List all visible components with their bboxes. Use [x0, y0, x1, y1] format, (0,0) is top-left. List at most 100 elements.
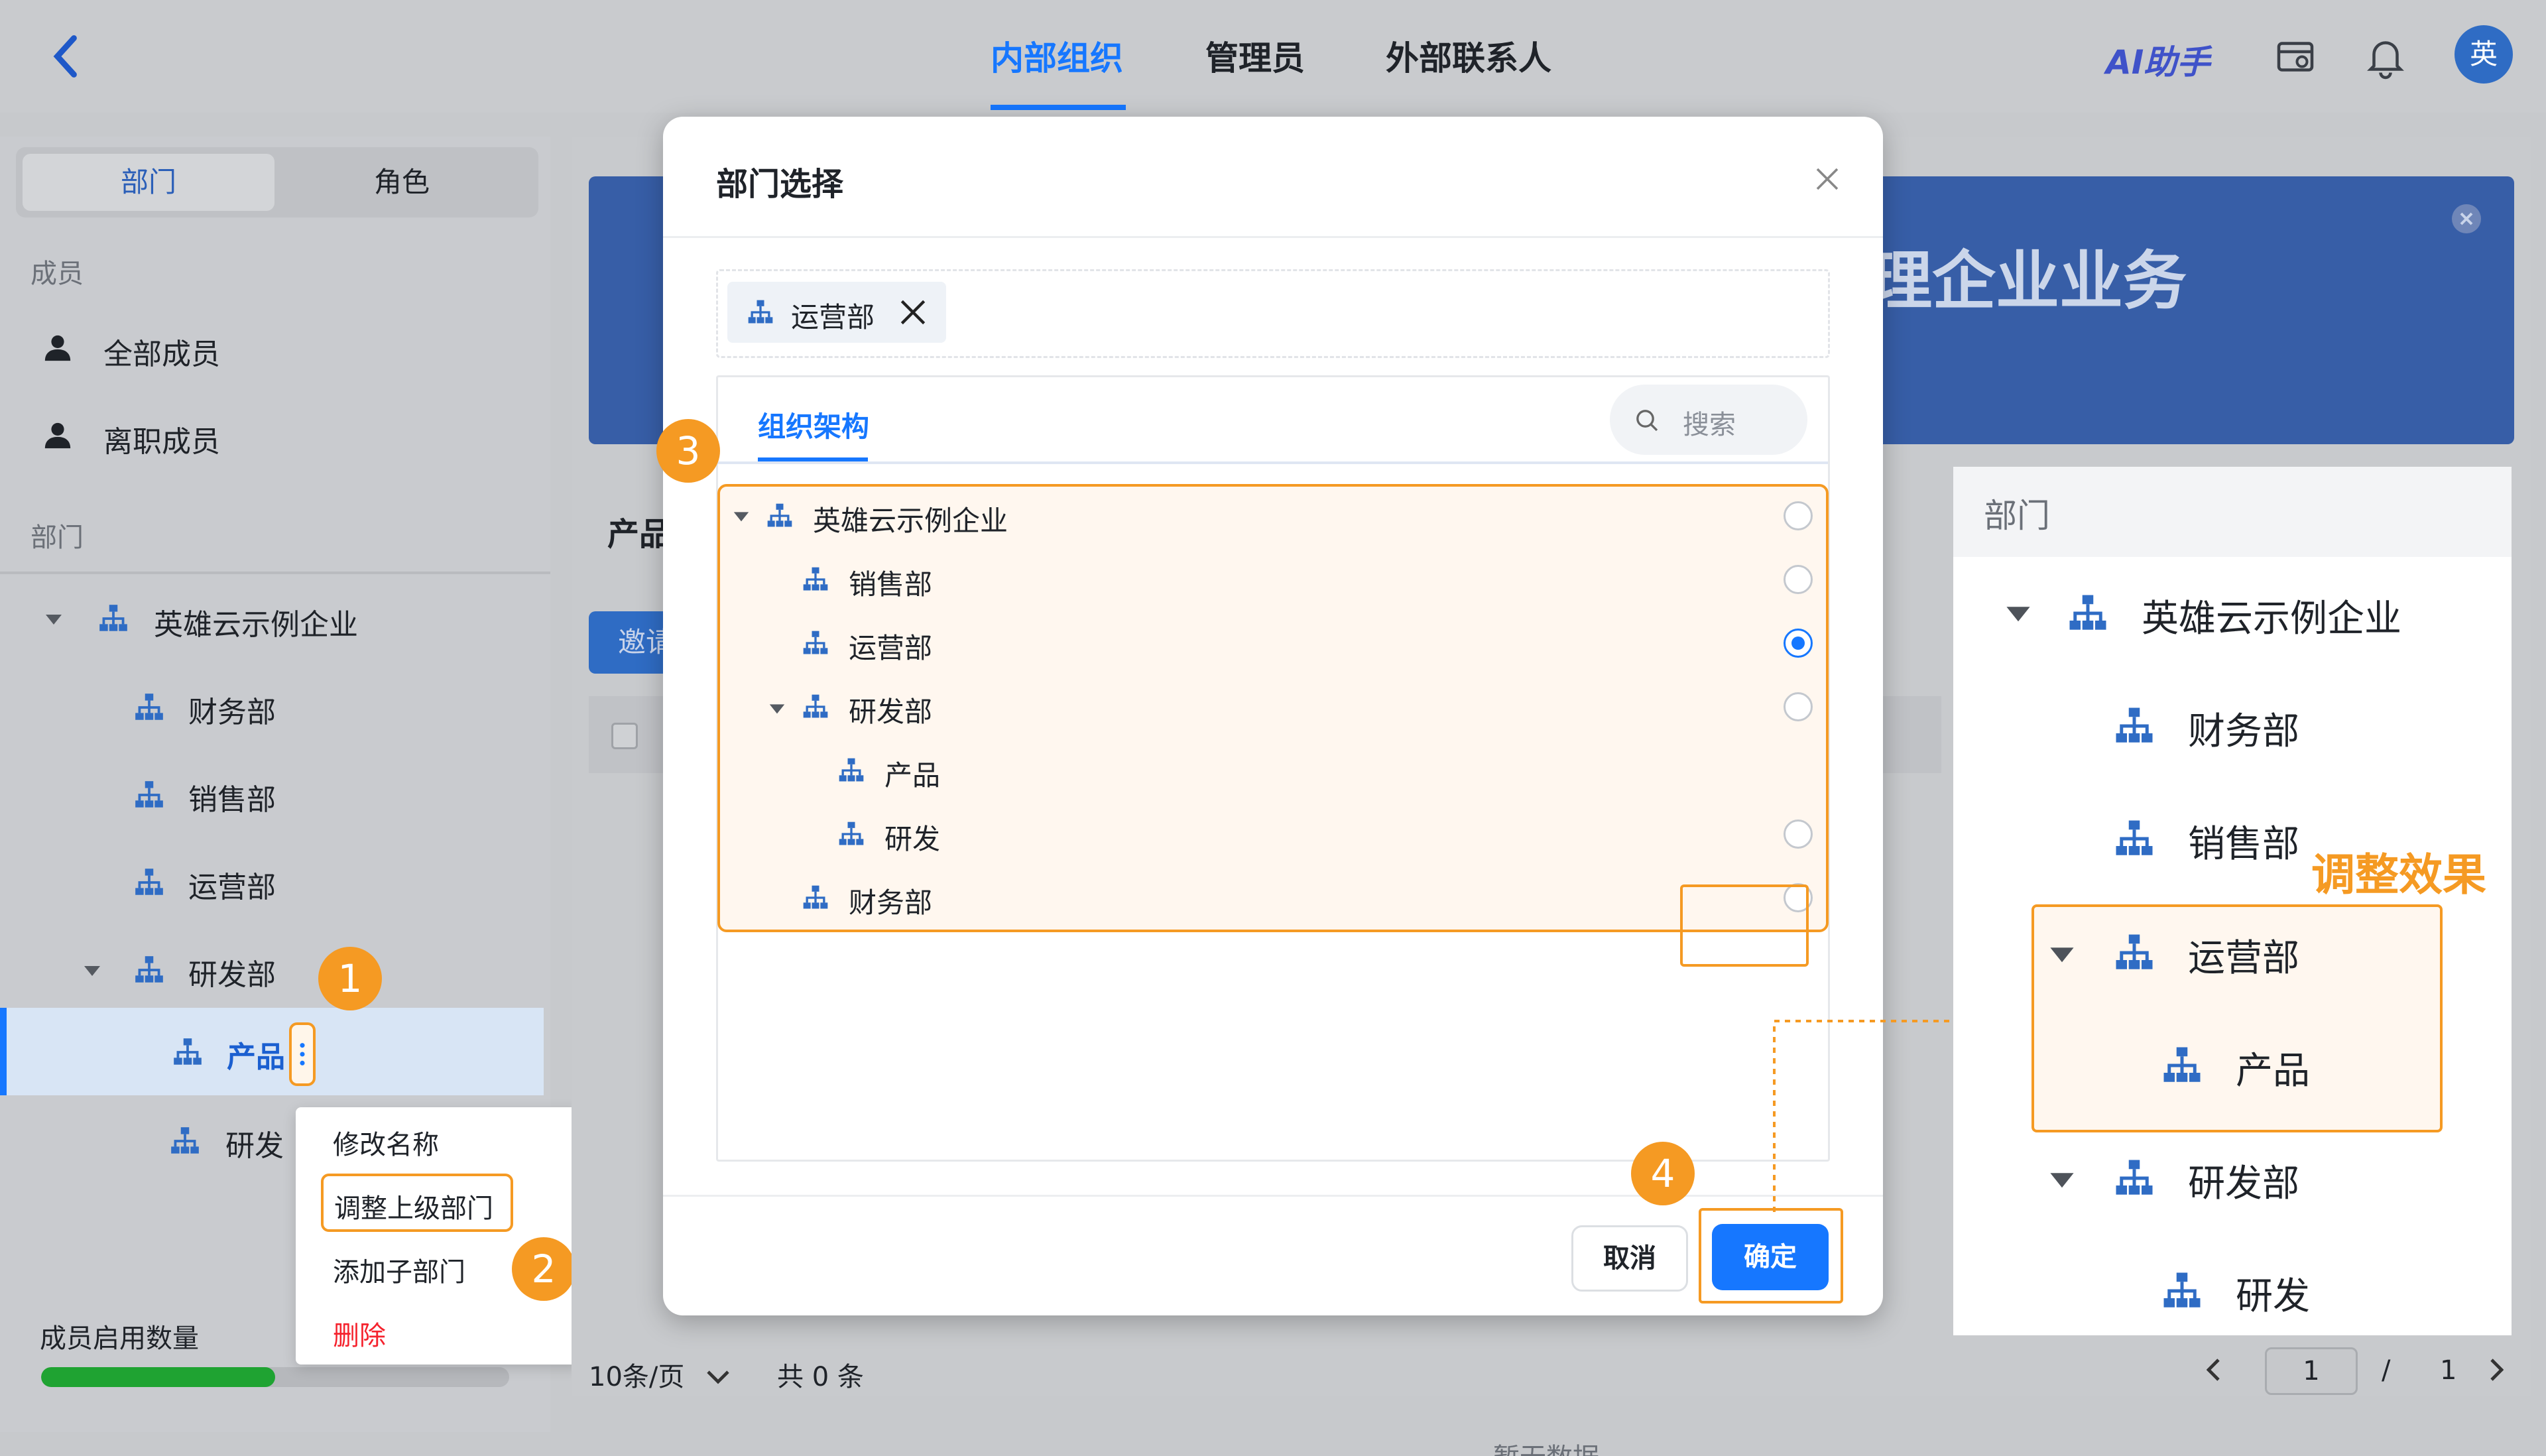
modal-tree-operations[interactable]: 运营部 — [849, 626, 932, 666]
tab-bar-divider — [718, 461, 1828, 464]
org-icon — [765, 501, 794, 530]
org-icon — [133, 778, 166, 812]
empty-text: 暂无数据 — [1493, 1436, 1599, 1456]
usage-progress-bar — [41, 1367, 509, 1387]
org-icon — [2112, 931, 2156, 975]
caret-down-icon[interactable] — [732, 507, 751, 525]
select-all-checkbox[interactable] — [611, 723, 638, 749]
top-bar: 内部组织 管理员 外部联系人 AI助手 英 — [0, 0, 2546, 113]
org-icon — [837, 819, 866, 849]
menu-adjust-parent-label: 调整上级部门 — [334, 1193, 493, 1224]
app-settings-icon[interactable] — [2275, 38, 2315, 78]
org-icon — [746, 298, 775, 327]
modal-tree-root[interactable]: 英雄云示例企业 — [813, 499, 1008, 539]
result-row-product: 产品 — [2236, 1050, 2310, 1093]
usage-label: 成员启用数量 — [40, 1323, 199, 1354]
confirm-button[interactable]: 确定 — [1712, 1224, 1829, 1290]
org-icon — [801, 629, 830, 658]
divider — [0, 572, 550, 574]
org-icon — [133, 866, 166, 899]
tree-item-finance[interactable]: 财务部 — [188, 688, 276, 731]
search-input[interactable]: 搜索 — [1610, 385, 1807, 455]
tree-item-rd[interactable]: 研发部 — [188, 951, 276, 993]
step-badge-2: 2 — [512, 1237, 576, 1301]
user-icon — [42, 333, 73, 363]
radio-root[interactable] — [1784, 501, 1813, 530]
modal-tree-sales[interactable]: 销售部 — [849, 562, 932, 603]
caret-down-icon[interactable] — [44, 609, 64, 629]
result-panel: 部门 英雄云示例企业 财务部 销售部 调整效果 运营部 产品 研发部 研发 — [1953, 467, 2512, 1335]
menu-delete[interactable]: 删除 — [333, 1314, 386, 1353]
org-icon — [2160, 1269, 2204, 1313]
modal-title: 部门选择 — [716, 166, 844, 203]
result-row-research: 研发 — [2236, 1275, 2310, 1318]
page-input[interactable]: 1 — [2265, 1347, 2358, 1395]
org-icon — [133, 953, 166, 987]
tree-item-operations[interactable]: 运营部 — [188, 863, 276, 906]
avatar[interactable]: 英 — [2455, 25, 2513, 84]
seg-role[interactable]: 角色 — [276, 154, 528, 211]
org-icon — [168, 1124, 202, 1158]
modal-tree-rd[interactable]: 研发部 — [849, 690, 932, 730]
left-members-item[interactable]: 离职成员 — [103, 418, 220, 460]
radio-sales[interactable] — [1784, 565, 1813, 594]
page-size-select[interactable]: 10条/页 — [589, 1355, 730, 1394]
bell-icon[interactable] — [2366, 36, 2405, 80]
caret-down-icon[interactable] — [82, 960, 102, 980]
search-placeholder: 搜索 — [1683, 410, 1736, 440]
modal-tree-product[interactable]: 产品 — [884, 753, 940, 794]
close-icon[interactable] — [1815, 167, 1839, 191]
all-members-item[interactable]: 全部成员 — [103, 330, 220, 373]
remove-tag-icon[interactable] — [900, 299, 926, 326]
tab-internal-org[interactable]: 内部组织 — [991, 32, 1123, 80]
ai-assistant-button[interactable]: AI助手 — [2106, 36, 2210, 84]
step-badge-4: 4 — [1631, 1142, 1695, 1205]
page-size-label: 10条/页 — [589, 1362, 685, 1392]
caret-down-icon[interactable] — [768, 699, 786, 717]
radio-operations-selected[interactable] — [1784, 629, 1813, 658]
close-circle-icon[interactable] — [2451, 203, 2482, 235]
result-effect-label: 调整效果 — [2311, 849, 2486, 900]
modal-tree-finance[interactable]: 财务部 — [849, 880, 932, 921]
chevron-left-icon[interactable] — [2207, 1358, 2222, 1382]
tree-item-research[interactable]: 研发 — [225, 1122, 284, 1164]
page-total: 1 — [2440, 1355, 2457, 1386]
modal-footer-divider — [663, 1195, 1883, 1197]
chevron-right-icon[interactable] — [2488, 1358, 2504, 1382]
dept-header: 部门 — [30, 522, 84, 553]
radio-rd[interactable] — [1784, 692, 1813, 721]
caret-down-icon — [2006, 607, 2030, 622]
tree-item-root[interactable]: 英雄云示例企业 — [154, 601, 358, 643]
page-separator: / — [2382, 1355, 2391, 1386]
org-icon — [801, 692, 830, 721]
selected-tags-box: 运营部 — [716, 269, 1830, 358]
org-icon — [801, 883, 830, 912]
chevron-down-icon — [707, 1370, 729, 1384]
tab-org-structure[interactable]: 组织架构 — [758, 404, 869, 445]
org-icon — [97, 602, 130, 635]
modal-tree-research[interactable]: 研发 — [884, 817, 940, 857]
org-icon — [171, 1036, 204, 1069]
tree-item-sales[interactable]: 销售部 — [188, 776, 276, 818]
search-icon — [1636, 410, 1658, 432]
result-row-root: 英雄云示例企业 — [2142, 597, 2401, 640]
members-header: 成员 — [30, 259, 84, 289]
caret-down-icon — [2050, 1173, 2074, 1188]
dept-select-modal: 部门选择 运营部 组织架构 搜索 3 英雄云示例企业 销售部 运营部 研发部 产… — [656, 117, 1883, 1315]
org-icon — [2160, 1044, 2204, 1087]
result-row-finance: 财务部 — [2188, 710, 2299, 753]
cancel-button[interactable]: 取消 — [1571, 1225, 1688, 1292]
caret-down-icon — [2050, 947, 2074, 963]
org-icon — [801, 565, 830, 594]
radio-research[interactable] — [1784, 819, 1813, 849]
back-icon[interactable] — [49, 33, 82, 80]
tab-external-contacts[interactable]: 外部联系人 — [1386, 32, 1551, 80]
total-count: 共 0 条 — [777, 1362, 864, 1392]
dept-title-partial: 产品 — [607, 516, 672, 553]
tab-active-underline — [991, 105, 1126, 110]
menu-rename[interactable]: 修改名称 — [333, 1123, 439, 1162]
menu-add-child[interactable]: 添加子部门 — [333, 1250, 465, 1289]
tab-admins[interactable]: 管理员 — [1205, 32, 1305, 80]
banner-text: 理企业业务 — [1868, 244, 2187, 318]
seg-department[interactable]: 部门 — [23, 154, 274, 211]
